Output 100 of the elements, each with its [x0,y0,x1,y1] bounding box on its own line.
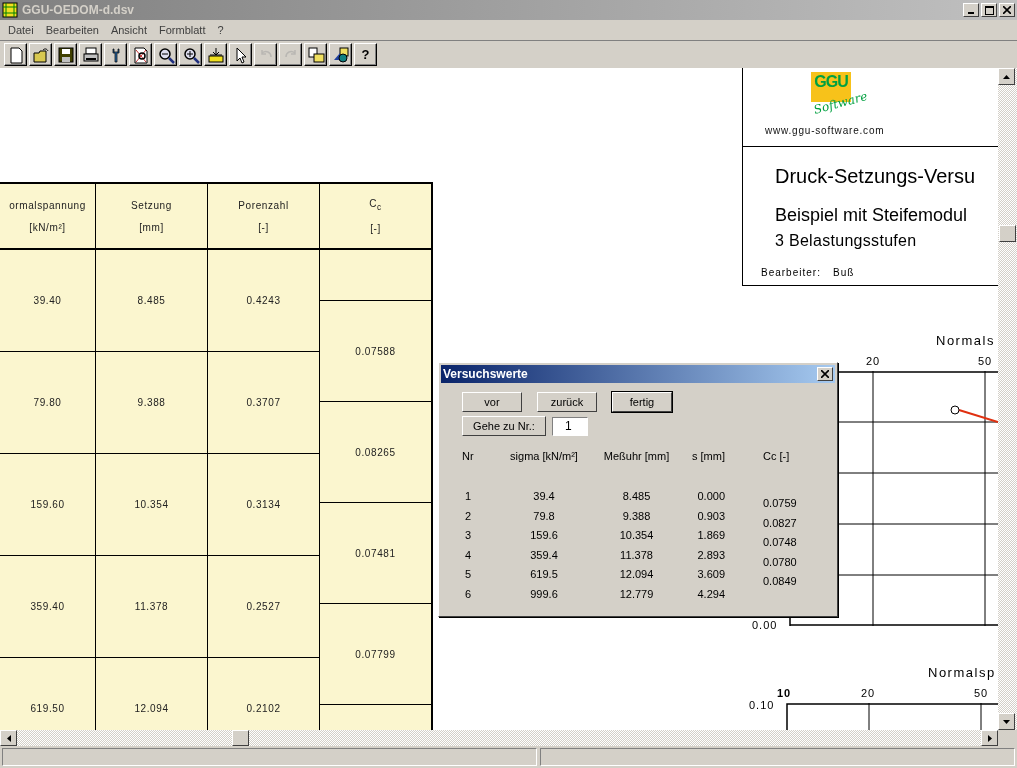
printer-icon[interactable] [79,43,102,66]
column-unit: [mm] [139,221,164,233]
table-cell-text: 359.4 [529,548,559,563]
table-cell: 0.3707 [246,397,281,408]
column-unit: [kN/m²] [29,221,66,233]
zoom-in-icon[interactable] [179,43,202,66]
menu-item[interactable]: Datei [2,24,40,36]
close-icon [821,370,829,378]
table-cell: 9.388 [137,397,166,408]
scroll-right-button[interactable] [981,730,998,746]
dialog-button[interactable]: vor [462,392,522,412]
arrow-right-icon [987,734,992,742]
axis-tick-label: 0.00 [752,619,778,631]
table-cell-text: 999.6 [529,587,559,602]
scroll-left-button[interactable] [0,730,17,746]
table-cell-text: 1.869 [696,529,725,544]
table-cell: 11.378 [134,601,169,612]
table-cell-text: 0.0827 [763,516,797,531]
dialog-button[interactable]: zurück [537,392,597,412]
arrow-up-icon [1003,74,1010,79]
table-cell-text: 3 [464,529,473,544]
arrow-down-box-icon[interactable] [204,43,227,66]
number-field[interactable]: 1 [552,416,588,436]
table-cell-text: 2 [464,509,473,524]
pointer-icon[interactable] [229,43,252,66]
table-cell-text: 3.609 [696,568,725,583]
logo-script: Software [812,89,869,117]
table-cell-text: 4.294 [696,587,725,602]
axis-tick-label: 10 [777,687,792,699]
save-icon[interactable] [54,43,77,66]
table-cell: 0.2102 [246,703,281,714]
horizontal-scrollbar[interactable] [0,730,998,746]
column-header: ormalspannung [9,199,86,211]
maximize-icon [984,5,994,15]
column-header: C$_{c}$ [369,198,382,212]
table-cell: 619.50 [30,703,65,714]
document-subtitle: Beispiel mit Steifemodul [775,205,968,226]
table-cell: 0.2527 [246,601,281,612]
table-cell-text: 2.893 [696,548,725,563]
shapes-icon[interactable] [329,43,352,66]
scroll-down-button[interactable] [998,713,1015,730]
new-file-icon[interactable] [4,43,27,66]
zoom-out-icon[interactable] [154,43,177,66]
arrow-left-icon [6,734,11,742]
column-header: Nr [462,450,475,464]
app-icon [2,2,18,18]
column-header: Porenzahl [238,199,289,211]
table-cell-text: 12.094 [618,568,655,583]
document-title: Druck-Setzungs-Versu [775,165,976,188]
table-cell-text: 12.779 [618,587,655,602]
column-header: Cc [-] [763,450,791,464]
editor-name: Buß [833,267,855,278]
axis-tick-label: 50 [974,687,989,699]
table-cell-text: 0.0780 [763,555,797,570]
table-cell: 79.80 [33,397,62,408]
column-header: Setzung [131,199,172,211]
menu-item[interactable]: Ansicht [104,24,153,36]
menu-item[interactable]: Bearbeiten [39,24,105,36]
table-cell-text: 0.0748 [763,536,797,551]
window-title: GGU-OEDOM-d.dsv [22,3,135,17]
scroll-thumb[interactable] [232,730,249,746]
help-button[interactable]: ? [354,43,377,66]
table-cell-text: 5 [464,568,473,583]
table-cell-text: 4 [464,548,473,563]
goto-button[interactable]: Gehe zu Nr.: [462,416,546,436]
pages-icon[interactable] [304,43,327,66]
table-cell: 0.07799 [355,648,396,660]
table-cell-text: 0.0759 [763,497,797,511]
stages-text: 3 Belastungsstufen [775,232,917,250]
table-cell: 12.094 [134,703,169,714]
scroll-up-button[interactable] [998,68,1015,85]
table-cell-text: 1 [464,490,473,504]
dialog-button[interactable]: fertig [612,392,672,412]
column-unit: [-] [370,223,381,234]
scroll-thumb[interactable] [999,225,1016,242]
table-cell: 0.07588 [355,345,396,357]
minimize-button[interactable] [963,3,979,17]
vertical-scrollbar[interactable] [998,68,1017,730]
table-cell: 39.40 [33,295,62,306]
axis-tick-label: 20 [866,355,881,367]
maximize-button[interactable] [981,3,997,17]
open-folder-icon[interactable] [29,43,52,66]
menu-item[interactable]: Formblatt [153,24,212,36]
table-cell: 0.07481 [355,547,396,559]
table-cell-text: 79.8 [532,509,556,524]
table-cell-text: 0.903 [696,509,725,524]
column-header: s [mm] [691,450,725,464]
axis-tick-label: 0.10 [749,699,775,711]
axis-tick-label: 50 [978,355,993,367]
close-button[interactable] [817,367,833,381]
wrench-icon[interactable] [104,43,127,66]
table-cell-text: 619.5 [529,568,559,583]
axis-tick-label: 20 [861,687,876,699]
page-magnifier-icon[interactable] [129,43,152,66]
editor-label: Bearbeiter: [761,267,821,278]
table-cell: 0.4243 [246,295,281,306]
dialog-title: Versuchswerte [443,367,529,381]
table-cell-text: 8.485 [621,490,652,504]
close-button[interactable] [999,3,1015,17]
menu-item[interactable]: ? [211,24,230,36]
